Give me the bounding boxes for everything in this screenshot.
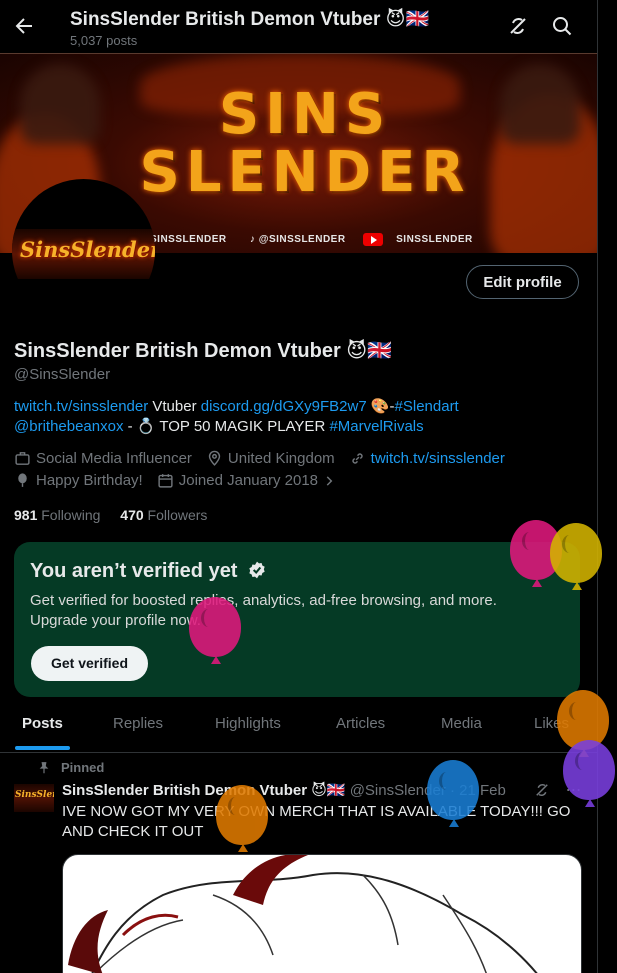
follow-stats: 981 Following 470 Followers (14, 507, 207, 523)
youtube-icon (362, 233, 383, 246)
bio-text: Vtuber (148, 398, 201, 415)
active-tab-indicator (15, 746, 70, 750)
profile-website-link[interactable]: twitch.tv/sinsslender (371, 450, 505, 467)
birthday-balloon-decoration (550, 523, 602, 590)
banner-socials: SINSSLENDER ♪ @SINSSLENDER SINSSLENDER (150, 233, 473, 246)
avatar-logo: SinsSlender (20, 237, 155, 262)
profile-category-text: Social Media Influencer (36, 450, 192, 467)
profile-bio: twitch.tv/sinsslender Vtuber discord.gg/… (14, 397, 574, 437)
profile-name: SinsSlender British Demon Vtuber 😈🇬🇧 (14, 340, 393, 362)
link-icon (352, 453, 363, 464)
post-avatar-logo: SinsSlender (15, 790, 54, 800)
bio-text: 🎨- (366, 398, 395, 415)
birthday-balloon-decoration (189, 597, 241, 664)
verified-badge-icon (249, 561, 265, 579)
bio-link-twitch[interactable]: twitch.tv/sinsslender (14, 398, 148, 415)
banner-logo-line1: SINS (218, 82, 392, 147)
right-gutter (598, 0, 617, 973)
followers-count: 470 (120, 507, 144, 523)
profile-joined[interactable]: Joined January 2018 (157, 472, 341, 489)
pin-icon (39, 761, 49, 773)
banner-twitch: SINSSLENDER (150, 234, 227, 246)
briefcase-icon (15, 452, 30, 465)
post-text: IVE NOW GOT MY VERY OWN MERCH THAT IS AV… (62, 803, 571, 840)
profile-birthday: Happy Birthday! (14, 472, 143, 489)
banner-logo: SINS SLENDER (105, 86, 505, 202)
post-media-image[interactable] (62, 854, 582, 973)
following-label: Following (41, 507, 101, 523)
tab-highlights[interactable]: Highlights (215, 702, 281, 752)
birthday-balloon-decoration (216, 785, 268, 852)
header-post-count: 5,037 posts (70, 33, 138, 48)
profile-handle: @SinsSlender (14, 366, 111, 383)
birthday-balloon-decoration (427, 760, 479, 827)
grok-icon[interactable] (533, 781, 551, 799)
post-avatar[interactable]: SinsSlender (14, 784, 54, 812)
profile-birthday-text: Happy Birthday! (36, 472, 143, 489)
profile-tabs: Posts Replies Highlights Articles Media … (0, 702, 597, 753)
back-arrow-icon[interactable] (12, 14, 36, 38)
verify-title-text: You aren’t verified yet (30, 560, 238, 582)
tab-posts[interactable]: Posts (22, 702, 63, 752)
edit-profile-button[interactable]: Edit profile (466, 265, 579, 299)
pinned-label: Pinned (37, 760, 104, 775)
grok-icon[interactable] (506, 14, 530, 38)
balloon-icon (18, 473, 27, 487)
profile-location: United Kingdom (206, 450, 335, 467)
profile-meta-row1: Social Media Influencer United Kingdom t… (14, 450, 519, 467)
pinned-text: Pinned (61, 760, 105, 775)
profile-website[interactable]: twitch.tv/sinsslender (349, 450, 505, 467)
profile-meta-row2: Happy Birthday! Joined January 2018 (14, 472, 355, 489)
followers-label: Followers (147, 507, 208, 523)
banner-logo-line2: SLENDER (139, 140, 471, 205)
chevron-right-icon (326, 475, 333, 486)
calendar-icon (158, 474, 173, 488)
profile-column: SinsSlender British Demon Vtuber 😈🇬🇧 5,0… (0, 0, 598, 973)
followers-link[interactable]: 470 Followers (120, 507, 207, 523)
following-count: 981 (14, 507, 38, 523)
verification-card: You aren’t verified yet Get verified for… (14, 542, 580, 697)
header-title: SinsSlender British Demon Vtuber 😈🇬🇧 (70, 9, 430, 30)
banner-youtube: SINSSLENDER (396, 234, 473, 246)
profile-avatar[interactable]: SinsSlender (12, 179, 155, 322)
location-pin-icon (208, 450, 221, 466)
profile-joined-text: Joined January 2018 (178, 472, 319, 489)
profile-location-text: United Kingdom (227, 450, 335, 467)
bio-hashtag-marvelrivals[interactable]: #MarvelRivals (329, 418, 423, 435)
banner-tiktok: @SINSSLENDER (258, 234, 346, 246)
tab-articles[interactable]: Articles (336, 702, 385, 752)
post-author[interactable]: SinsSlender British Demon Vtuber 😈🇬🇧 (62, 782, 346, 799)
tiktok-icon: ♪ (249, 234, 256, 246)
tab-replies[interactable]: Replies (113, 702, 163, 752)
verify-title: You aren’t verified yet (30, 560, 267, 583)
post-image-art (68, 855, 538, 973)
get-verified-button[interactable]: Get verified (31, 646, 148, 681)
bio-text: - 💍 TOP 50 MAGIK PLAYER (123, 418, 330, 435)
following-link[interactable]: 981 Following (14, 507, 100, 523)
verify-description: Get verified for boosted replies, analyt… (30, 592, 497, 629)
profile-category: Social Media Influencer (14, 450, 192, 467)
birthday-balloon-decoration (563, 740, 615, 807)
tab-media[interactable]: Media (441, 702, 482, 752)
bio-hashtag-slendart[interactable]: #Slendart (395, 398, 459, 415)
bio-link-discord[interactable]: discord.gg/dGXy9FB2w7 (201, 398, 367, 415)
search-icon[interactable] (550, 14, 574, 38)
top-header: SinsSlender British Demon Vtuber 😈🇬🇧 5,0… (0, 0, 597, 54)
bio-mention[interactable]: @brithebeanxox (14, 418, 123, 435)
